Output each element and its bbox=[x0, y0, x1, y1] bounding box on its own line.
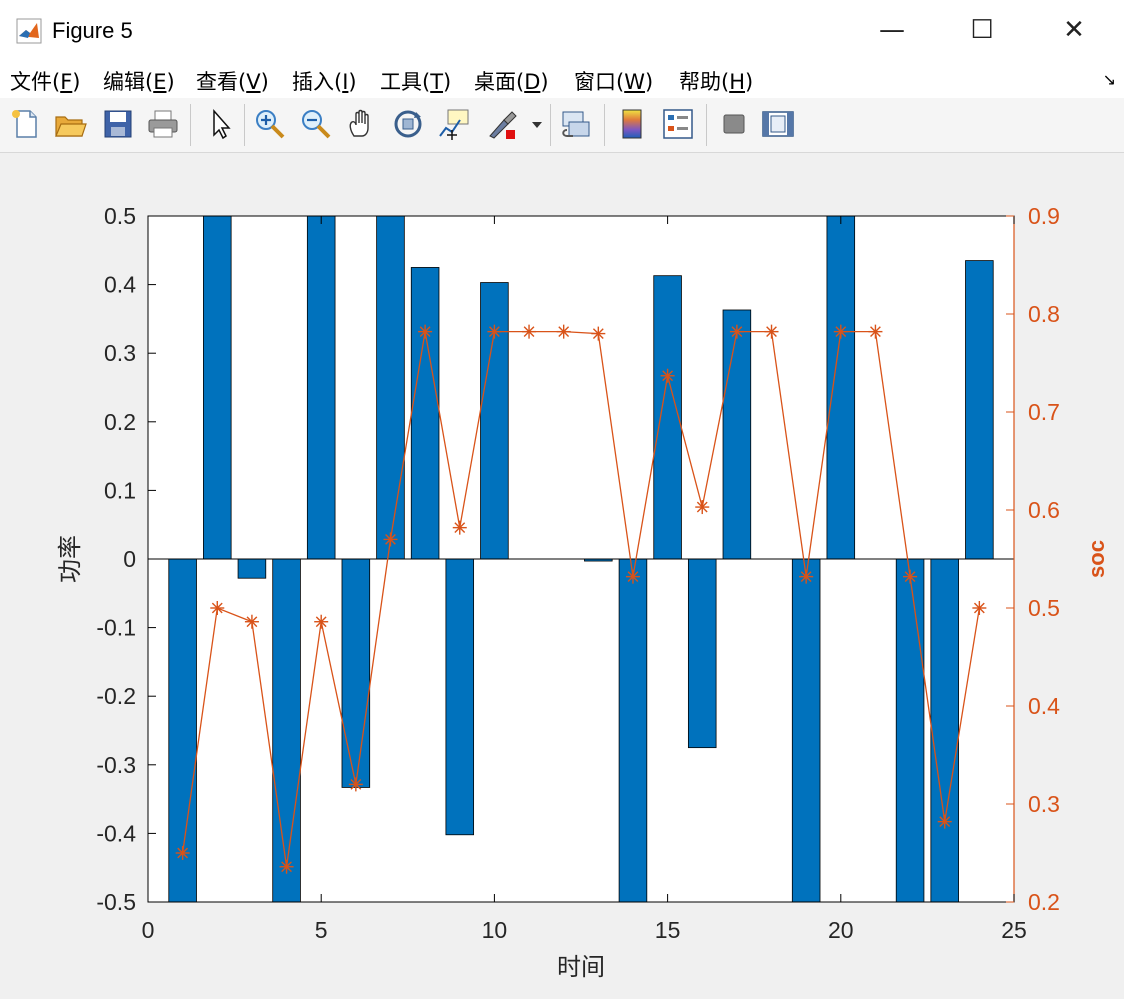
bar bbox=[687, 558, 717, 749]
bar bbox=[722, 309, 752, 560]
maximize-icon: ☐ bbox=[970, 15, 994, 45]
pointer-icon[interactable] bbox=[202, 106, 238, 142]
figure-canvas: 0 5 10 15 20 25 -0.5 -0.4 -0.3 -0.2 -0.1 0 0.1 0.2 0.3… bbox=[0, 153, 1124, 995]
pan-hand-icon[interactable] bbox=[344, 106, 380, 142]
minimize-icon: — bbox=[879, 15, 905, 45]
maximize-button[interactable]: ☐ bbox=[952, 8, 1012, 52]
brush-dropdown-icon[interactable] bbox=[528, 106, 546, 142]
bar bbox=[410, 267, 440, 560]
bar bbox=[341, 558, 371, 788]
bar bbox=[826, 215, 856, 560]
soc-marker bbox=[487, 324, 502, 339]
bar bbox=[272, 558, 301, 903]
menu-insert[interactable]: 插入(I) bbox=[292, 66, 357, 96]
figure-window: Figure 5 — ☐ ✕ 文件(F) 编辑(E) 查看(V) 插入(I) 工… bbox=[0, 0, 1124, 995]
link-plot-icon[interactable] bbox=[558, 106, 594, 142]
x-tick-label: 5 bbox=[315, 917, 328, 943]
soc-marker bbox=[175, 846, 190, 860]
y-tick-label-right: 0.3 bbox=[1028, 791, 1060, 817]
menu-desktop[interactable]: 桌面(D) bbox=[474, 66, 549, 96]
close-icon: ✕ bbox=[1063, 15, 1085, 45]
y-tick-label-left: -0.3 bbox=[96, 752, 136, 778]
x-tick-label: 0 bbox=[142, 917, 155, 943]
hide-plot-tools-icon[interactable] bbox=[716, 106, 752, 142]
matlab-logo-icon bbox=[16, 18, 42, 44]
zoom-out-icon[interactable] bbox=[298, 106, 334, 142]
bar bbox=[930, 558, 959, 903]
toolbar-separator bbox=[244, 104, 245, 146]
menu-edit[interactable]: 编辑(E) bbox=[103, 66, 175, 96]
soc-marker bbox=[868, 324, 883, 339]
close-button[interactable]: ✕ bbox=[1044, 8, 1104, 52]
bar bbox=[203, 215, 232, 560]
y-tick-label-left: 0.1 bbox=[104, 477, 136, 503]
y-tick-label-right: 0.5 bbox=[1028, 595, 1060, 621]
menu-help[interactable]: 帮助(H) bbox=[679, 66, 753, 96]
toolbar-separator bbox=[604, 104, 605, 146]
y-tick-label-right: 0.2 bbox=[1028, 889, 1060, 915]
x-axis-label: 时间 bbox=[557, 954, 605, 981]
print-icon[interactable] bbox=[145, 106, 181, 142]
new-figure-icon[interactable] bbox=[8, 106, 44, 142]
bar bbox=[445, 558, 475, 836]
x-tick-label: 20 bbox=[828, 917, 854, 943]
toolbar bbox=[0, 98, 1124, 153]
y-tick-label-right: 0.6 bbox=[1028, 497, 1060, 523]
y-tick-label-left: -0.1 bbox=[96, 615, 136, 641]
menu-window[interactable]: 窗口(W) bbox=[574, 66, 653, 96]
y-tick-label-right: 0.8 bbox=[1028, 301, 1060, 327]
rotate-3d-icon[interactable] bbox=[390, 106, 426, 142]
zoom-in-icon[interactable] bbox=[252, 106, 288, 142]
y-tick-label-left: 0.5 bbox=[104, 203, 136, 229]
bar bbox=[237, 558, 267, 579]
y-tick-label-right: 0.4 bbox=[1028, 693, 1060, 719]
minimize-button[interactable]: — bbox=[862, 8, 922, 52]
y-tick-label-left: 0.2 bbox=[104, 409, 136, 435]
menu-dock-arrow-icon[interactable]: ↘ bbox=[1103, 70, 1116, 89]
y-tick-label-left: 0.3 bbox=[104, 340, 136, 366]
y-tick-label-left: -0.2 bbox=[96, 683, 136, 709]
soc-marker bbox=[210, 601, 225, 615]
bar bbox=[480, 282, 509, 560]
brush-icon[interactable] bbox=[484, 106, 520, 142]
legend-icon[interactable] bbox=[660, 106, 696, 142]
y-tick-label-left: -0.4 bbox=[96, 820, 136, 846]
y-tick-label-left: -0.5 bbox=[96, 889, 136, 915]
menu-view[interactable]: 查看(V) bbox=[196, 66, 269, 96]
toolbar-separator bbox=[190, 104, 191, 146]
bar bbox=[791, 558, 821, 903]
y-axis-label-left: 功率 bbox=[57, 535, 84, 583]
x-tick-label: 25 bbox=[1001, 917, 1027, 943]
show-plot-tools-icon[interactable] bbox=[760, 106, 796, 142]
open-file-icon[interactable] bbox=[52, 106, 88, 142]
bar bbox=[965, 260, 994, 560]
y-tick-label-left: 0 bbox=[123, 546, 136, 572]
window-title: Figure 5 bbox=[52, 18, 133, 43]
y-tick-label-left: 0.4 bbox=[104, 272, 136, 298]
menu-file[interactable]: 文件(F) bbox=[10, 66, 81, 96]
x-tick-label: 10 bbox=[482, 917, 508, 943]
menu-bar: 文件(F) 编辑(E) 查看(V) 插入(I) 工具(T) 桌面(D) 窗口(W… bbox=[0, 62, 1124, 98]
menu-tools[interactable]: 工具(T) bbox=[380, 66, 451, 96]
x-tick-label: 15 bbox=[655, 917, 681, 943]
data-cursor-icon[interactable] bbox=[436, 106, 472, 142]
bar bbox=[306, 215, 336, 560]
bar bbox=[618, 558, 648, 903]
bar bbox=[895, 558, 925, 903]
soc-marker bbox=[418, 324, 433, 339]
bar bbox=[653, 275, 682, 560]
bar bbox=[376, 215, 405, 560]
title-bar[interactable]: Figure 5 — ☐ ✕ bbox=[0, 0, 1124, 62]
colorbar-icon[interactable] bbox=[614, 106, 650, 142]
y-tick-label-right: 0.7 bbox=[1028, 399, 1060, 425]
y-tick-label-right: 0.9 bbox=[1028, 203, 1060, 229]
soc-marker bbox=[729, 324, 744, 339]
toolbar-separator bbox=[550, 104, 551, 146]
bar-line-chart[interactable]: 0 5 10 15 20 25 -0.5 -0.4 -0.3 -0.2 -0.1 0 0.1 0.2 0.3… bbox=[0, 153, 1124, 995]
y-axis-label-right: soc bbox=[1084, 540, 1109, 578]
toolbar-separator bbox=[706, 104, 707, 146]
save-icon[interactable] bbox=[100, 106, 136, 142]
